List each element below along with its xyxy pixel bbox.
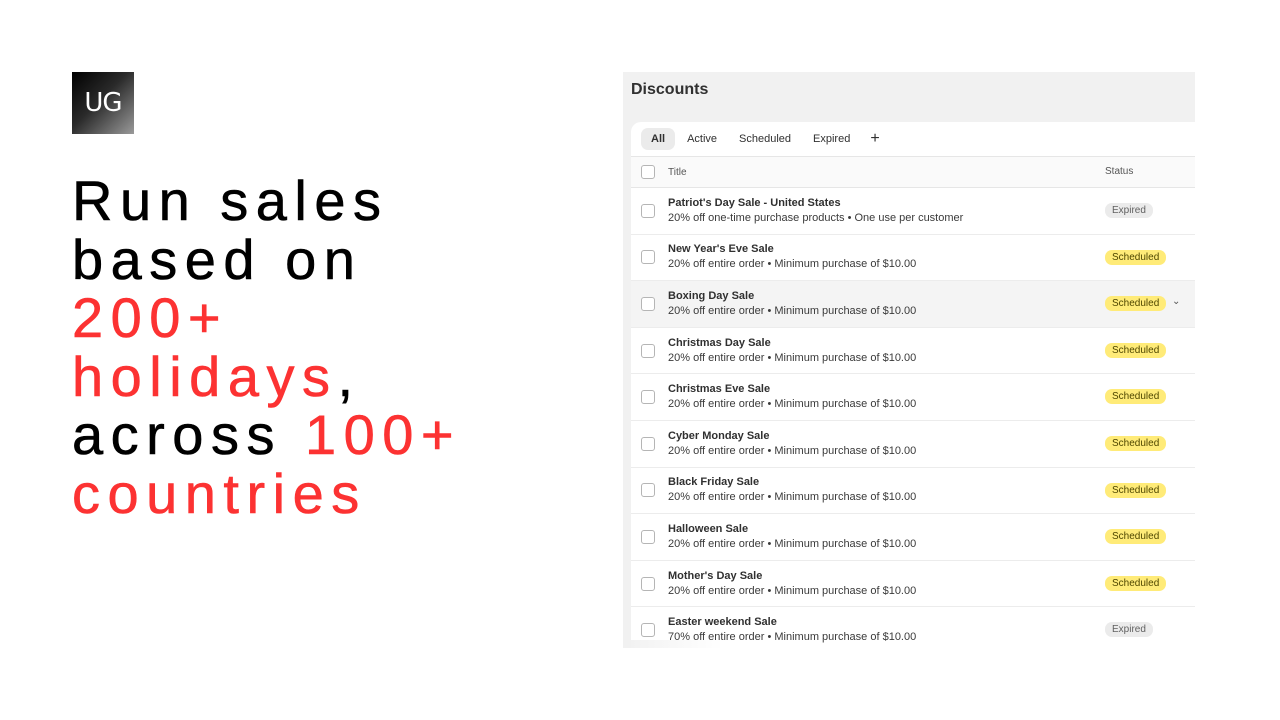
status-badge: Scheduled [1105, 529, 1167, 545]
column-title: Title [668, 166, 687, 178]
table-row[interactable]: New Year's Eve Sale 20% off entire order … [631, 235, 1195, 282]
discount-description: 20% off entire order • Minimum purchase … [668, 537, 917, 550]
table-row[interactable]: Mother's Day Sale 20% off entire order • … [631, 561, 1195, 608]
headline-comma: , [337, 344, 361, 408]
discounts-card: All Active Scheduled Expired + Title Sta… [631, 122, 1195, 648]
tab-active[interactable]: Active [677, 128, 727, 150]
table-row[interactable]: Cyber Monday Sale 20% off entire order • … [631, 421, 1195, 468]
discount-title[interactable]: Halloween Sale [668, 522, 916, 537]
brand-logo: UG [72, 72, 134, 134]
row-checkbox[interactable] [641, 390, 655, 405]
row-text: Cyber Monday Sale 20% off entire order • … [668, 429, 916, 459]
discount-title[interactable]: Patriot's Day Sale - United States [668, 196, 963, 211]
headline-line-6: countries [72, 461, 367, 525]
table-row[interactable]: Christmas Eve Sale 20% off entire order •… [631, 374, 1195, 421]
table-row[interactable]: Patriot's Day Sale - United States 20% of… [631, 188, 1195, 235]
row-text: Halloween Sale 20% off entire order • Min… [668, 522, 916, 552]
headline-line-3: 200+ [72, 286, 229, 349]
headline-holidays: holidays [72, 344, 338, 408]
discount-title[interactable]: Easter weekend Sale [668, 615, 916, 630]
tab-expired[interactable]: Expired [803, 128, 860, 150]
discount-title[interactable]: Christmas Eve Sale [668, 382, 916, 397]
table-row[interactable]: Boxing Day Sale 20% off entire order • Mi… [631, 281, 1195, 328]
discount-title[interactable]: New Year's Eve Sale [668, 242, 916, 257]
row-text: Boxing Day Sale 20% off entire order • Mi… [668, 289, 916, 319]
row-text: Black Friday Sale 20% off entire order • … [668, 475, 916, 505]
status-badge: Expired [1105, 203, 1153, 218]
row-checkbox[interactable] [641, 623, 655, 638]
status-badge: Scheduled [1105, 575, 1167, 591]
row-checkbox[interactable] [641, 296, 655, 311]
discount-title[interactable]: Cyber Monday Sale [668, 429, 916, 444]
chevron-down-icon[interactable]: ⌄ [1172, 296, 1180, 307]
row-checkbox[interactable] [641, 483, 655, 498]
select-all-checkbox[interactable] [641, 165, 655, 179]
row-checkbox[interactable] [641, 436, 655, 451]
filter-tabs: All Active Scheduled Expired + [631, 122, 1195, 157]
discount-title[interactable]: Mother's Day Sale [668, 569, 916, 584]
headline-line-1: Run sales [72, 169, 389, 232]
table-header: Title Status [631, 157, 1195, 188]
row-text: Christmas Day Sale 20% off entire order •… [668, 336, 916, 366]
status-badge: Scheduled [1105, 435, 1167, 451]
discount-description: 20% off entire order • Minimum purchase … [668, 351, 917, 364]
discounts-table-body: Patriot's Day Sale - United States 20% of… [631, 188, 1195, 648]
headline-line-2: based on [72, 227, 363, 291]
discount-title[interactable]: Black Friday Sale [668, 475, 916, 490]
row-checkbox[interactable] [641, 203, 655, 218]
row-checkbox[interactable] [641, 529, 655, 544]
discount-description: 20% off entire order • Minimum purchase … [668, 258, 917, 271]
tab-scheduled[interactable]: Scheduled [729, 128, 801, 150]
add-tab-button[interactable]: + [862, 130, 887, 148]
discount-description: 20% off entire order • Minimum purchase … [668, 398, 917, 411]
tab-all[interactable]: All [641, 128, 676, 150]
row-text: Mother's Day Sale 20% off entire order • … [668, 569, 916, 599]
table-row[interactable]: Halloween Sale 20% off entire order • Min… [631, 514, 1195, 561]
row-text: Christmas Eve Sale 20% off entire order •… [668, 382, 916, 412]
status-badge: Expired [1105, 622, 1153, 638]
table-row[interactable]: Christmas Day Sale 20% off entire order •… [631, 328, 1195, 375]
discounts-panel: Discounts All Active Scheduled Expired +… [623, 72, 1195, 648]
discount-title[interactable]: Boxing Day Sale [668, 289, 916, 304]
row-checkbox[interactable] [641, 250, 655, 265]
status-badge: Scheduled [1105, 249, 1167, 265]
column-status: Status [1105, 166, 1134, 177]
status-badge: Scheduled [1105, 389, 1167, 405]
headline-across: across [72, 403, 305, 466]
discount-description: 20% off one-time purchase products • One… [668, 211, 964, 224]
discount-description: 20% off entire order • Minimum purchase … [668, 444, 917, 457]
status-badge: Scheduled [1105, 482, 1167, 498]
headline-countries-count: 100+ [305, 403, 462, 466]
discount-title[interactable]: Christmas Day Sale [668, 336, 916, 351]
discount-description: 20% off entire order • Minimum purchase … [668, 491, 917, 504]
headline: Run sales based on 200+ holidays, across 100… [72, 169, 462, 525]
row-text: Patriot's Day Sale - United States 20% of… [668, 196, 963, 226]
discount-description: 20% off entire order • Minimum purchase … [668, 584, 917, 597]
row-checkbox[interactable] [641, 576, 655, 591]
panel-fade [623, 640, 723, 648]
status-badge: Scheduled [1105, 296, 1167, 312]
row-text: New Year's Eve Sale 20% off entire order … [668, 242, 916, 272]
row-checkbox[interactable] [641, 343, 655, 358]
logo-text: UG [84, 88, 122, 118]
page-title: Discounts [631, 81, 709, 98]
table-row[interactable]: Black Friday Sale 20% off entire order • … [631, 468, 1195, 515]
discount-description: 20% off entire order • Minimum purchase … [668, 304, 917, 317]
status-badge: Scheduled [1105, 342, 1167, 358]
